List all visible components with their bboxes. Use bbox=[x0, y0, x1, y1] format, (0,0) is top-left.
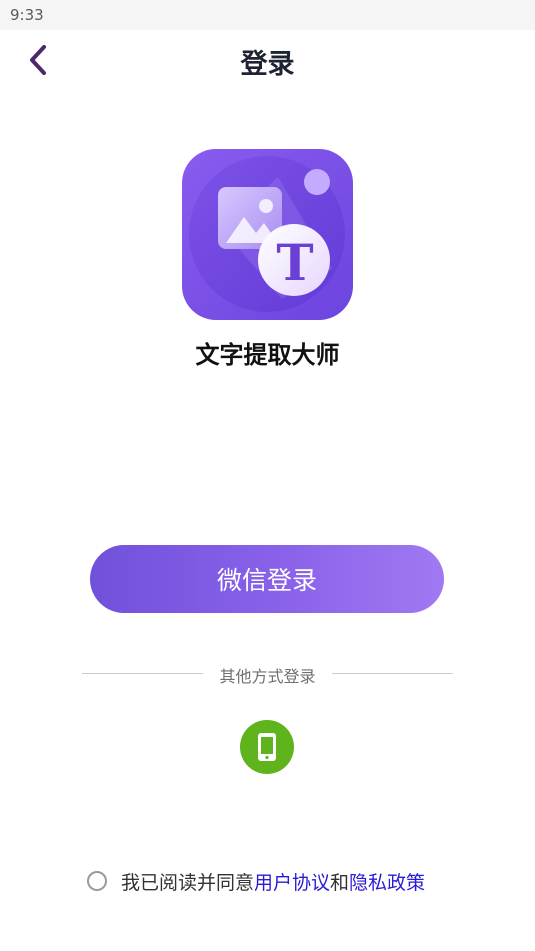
logo-letter: T bbox=[276, 233, 313, 292]
status-bar: 9:33 bbox=[0, 0, 535, 30]
privacy-policy-link[interactable]: 隐私政策 bbox=[349, 872, 425, 894]
divider-line-right bbox=[332, 673, 453, 674]
wechat-login-button[interactable]: 微信登录 bbox=[90, 545, 444, 613]
agree-checkbox[interactable] bbox=[87, 871, 107, 891]
login-screen: 9:33 登录 T 文字提取大师 微信登录 其他方式登录 我已阅读并同意用户协议… bbox=[0, 0, 535, 951]
app-name: 文字提取大师 bbox=[195, 341, 340, 369]
other-login-label: 其他方式登录 bbox=[219, 667, 316, 686]
agreement-row: 我已阅读并同意用户协议和隐私政策 bbox=[87, 868, 425, 894]
mobile-phone-icon bbox=[258, 733, 276, 761]
divider-line-left bbox=[82, 673, 203, 674]
app-logo: T bbox=[182, 149, 353, 320]
page-title: 登录 bbox=[240, 49, 295, 80]
user-agreement-link[interactable]: 用户协议 bbox=[254, 872, 330, 894]
other-login-divider: 其他方式登录 bbox=[82, 660, 453, 686]
agreement-joiner: 和 bbox=[330, 871, 350, 894]
agreement-text: 我已阅读并同意用户协议和隐私政策 bbox=[121, 868, 425, 895]
agreement-prefix: 我已阅读并同意 bbox=[121, 871, 255, 894]
phone-login-button[interactable] bbox=[240, 720, 294, 774]
status-time: 9:33 bbox=[10, 6, 44, 24]
